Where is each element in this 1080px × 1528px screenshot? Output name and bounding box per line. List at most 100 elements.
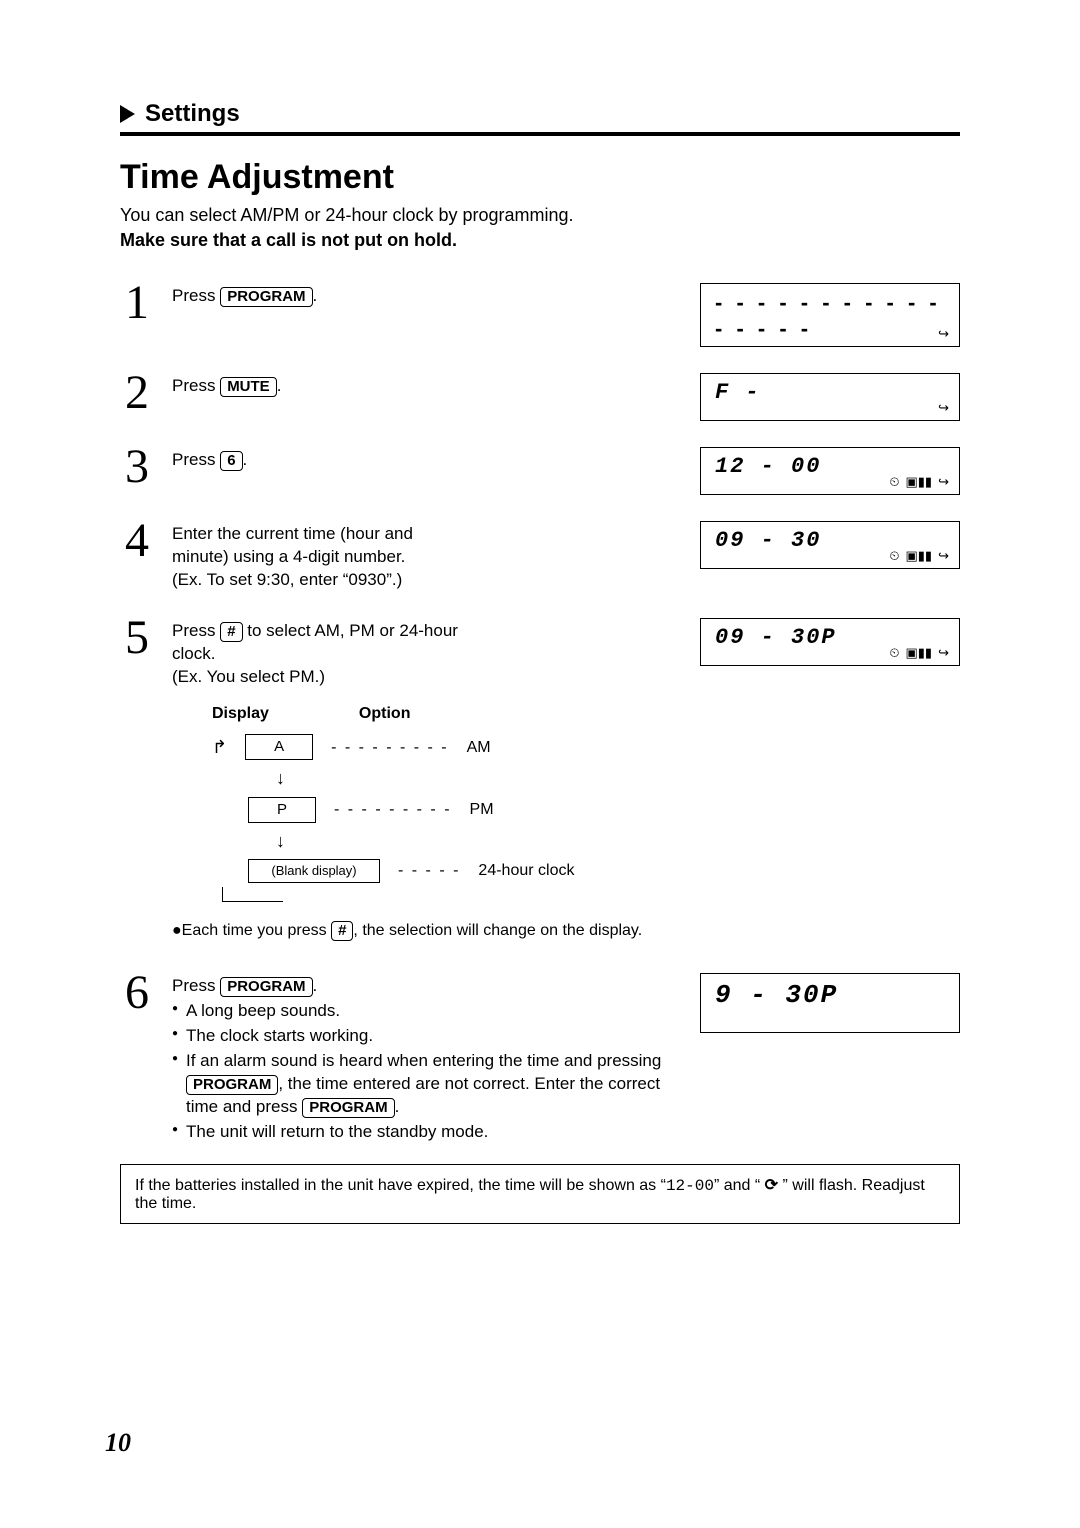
- text: Press: [172, 376, 220, 395]
- step-body: Press PROGRAM. A long beep sounds. The c…: [172, 969, 682, 1146]
- text: .: [243, 450, 248, 469]
- down-arrow-icon: ↓: [276, 766, 682, 790]
- lcd-column: 09 - 30P: [700, 614, 960, 666]
- lcd-icons: [938, 400, 949, 416]
- text: (Ex. To set 9:30, enter “0930”.): [172, 569, 682, 592]
- lcd-text: - - - - - - - - - - - - - - - -: [715, 290, 949, 342]
- bullet-list: A long beep sounds. The clock starts wor…: [172, 1000, 682, 1144]
- text: Press: [172, 621, 220, 640]
- step-1: 1 Press PROGRAM. - - - - - - - - - - - -…: [120, 279, 960, 347]
- dash-icon: - - - - - - - - -: [334, 799, 452, 821]
- arrow-icon: [938, 326, 949, 342]
- text: Press: [172, 286, 220, 305]
- divider: [120, 132, 960, 136]
- text: .: [313, 286, 318, 305]
- table-row: ↱ A - - - - - - - - - AM: [212, 734, 682, 760]
- program-button-label: PROGRAM: [220, 287, 312, 307]
- lcd-icons: [938, 326, 949, 342]
- hash-button-label: #: [331, 921, 353, 941]
- text: (Ex. You select PM.): [172, 666, 682, 689]
- display-box: (Blank display): [248, 859, 380, 883]
- loop-arrow-icon: ↱: [212, 735, 227, 759]
- step-body: Press MUTE.: [172, 369, 682, 398]
- clock-icon: [765, 1177, 778, 1194]
- arrow-icon: [938, 474, 949, 490]
- step-5: 5 Press # to select AM, PM or 24-hour cl…: [120, 614, 960, 948]
- text: ” and “: [714, 1177, 765, 1194]
- program-button-label: PROGRAM: [302, 1098, 394, 1118]
- display-box: P: [248, 797, 316, 823]
- step-2: 2 Press MUTE. F -: [120, 369, 960, 421]
- lcd-column: - - - - - - - - - - - - - - - -: [700, 279, 960, 347]
- list-item: The clock starts working.: [172, 1025, 682, 1048]
- lcd-display-4: 09 - 30: [700, 521, 960, 569]
- text: .: [395, 1097, 400, 1116]
- step-body: Press PROGRAM.: [172, 279, 682, 308]
- step-3: 3 Press 6. 12 - 00: [120, 443, 960, 495]
- step-number: 1: [120, 279, 154, 327]
- program-button-label: PROGRAM: [186, 1075, 278, 1095]
- step-4: 4 Enter the current time (hour and minut…: [120, 517, 960, 592]
- clock-icon: [889, 548, 899, 564]
- col-display: Display: [212, 703, 269, 725]
- step-list: 1 Press PROGRAM. - - - - - - - - - - - -…: [120, 279, 960, 1146]
- clock-icon: [889, 474, 899, 490]
- text: Press PROGRAM.: [172, 975, 682, 998]
- text: .: [313, 976, 318, 995]
- lcd-column: 09 - 30: [700, 517, 960, 569]
- program-button-label: PROGRAM: [220, 977, 312, 997]
- table-row: P - - - - - - - - - PM: [212, 797, 682, 823]
- battery-icon: [906, 548, 933, 564]
- list-item: If an alarm sound is heard when entering…: [172, 1050, 682, 1119]
- dash-icon: - - - - -: [398, 860, 460, 882]
- col-option: Option: [359, 703, 411, 725]
- page-number: 10: [105, 1428, 131, 1458]
- text: to select AM, PM or 24-hour: [243, 621, 458, 640]
- text: If the batteries installed in the unit h…: [135, 1177, 666, 1194]
- list-item: A long beep sounds.: [172, 1000, 682, 1023]
- battery-icon: [906, 474, 933, 490]
- section-header: Settings: [120, 100, 960, 128]
- lcd-column: 9 - 30P: [700, 969, 960, 1033]
- step-6: 6 Press PROGRAM. A long beep sounds. The…: [120, 969, 960, 1146]
- table-row: (Blank display) - - - - - 24-hour clock: [212, 859, 682, 883]
- step-body: Press 6.: [172, 443, 682, 472]
- lcd-icons: [889, 548, 949, 564]
- battery-note: If the batteries installed in the unit h…: [120, 1164, 960, 1224]
- text: , the selection will change on the displ…: [353, 922, 642, 939]
- display-box: A: [245, 734, 313, 760]
- section-label: Settings: [145, 100, 240, 128]
- intro-line-1: You can select AM/PM or 24-hour clock by…: [120, 205, 960, 226]
- step-body: Press # to select AM, PM or 24-hour cloc…: [172, 614, 682, 948]
- text: Press: [172, 450, 220, 469]
- step-number: 6: [120, 969, 154, 1017]
- lcd-column: F -: [700, 369, 960, 421]
- option-label: PM: [470, 799, 494, 821]
- hash-note: ●Each time you press #, the selection wi…: [172, 920, 682, 942]
- dash-icon: - - - - - - - - -: [331, 737, 449, 759]
- intro-line-2: Make sure that a call is not put on hold…: [120, 230, 960, 251]
- six-button-label: 6: [220, 451, 242, 471]
- lcd-text: F -: [715, 380, 949, 405]
- lcd-display-1: - - - - - - - - - - - - - - - -: [700, 283, 960, 347]
- manual-page: Settings Time Adjustment You can select …: [0, 0, 1080, 1528]
- text: Press: [172, 976, 220, 995]
- lcd-display-5: 09 - 30P: [700, 618, 960, 666]
- lcd-icons: [889, 474, 949, 490]
- text: Press # to select AM, PM or 24-hour: [172, 620, 682, 643]
- hash-button-label: #: [220, 622, 242, 642]
- option-label: 24-hour clock: [478, 860, 574, 882]
- lcd-display-2: F -: [700, 373, 960, 421]
- text: Enter the current time (hour and: [172, 523, 682, 546]
- arrow-icon: [938, 548, 949, 564]
- arrow-icon: [938, 400, 949, 416]
- list-item: The unit will return to the standby mode…: [172, 1121, 682, 1144]
- step-body: Enter the current time (hour and minute)…: [172, 517, 682, 592]
- text: Each time you press: [182, 922, 331, 939]
- option-label: AM: [467, 737, 491, 759]
- step-number: 3: [120, 443, 154, 491]
- play-icon: [120, 105, 135, 123]
- display-option-table: Display Option ↱ A - - - - - - - - - AM …: [212, 703, 682, 902]
- lcd-display-6: 9 - 30P: [700, 973, 960, 1033]
- step-number: 2: [120, 369, 154, 417]
